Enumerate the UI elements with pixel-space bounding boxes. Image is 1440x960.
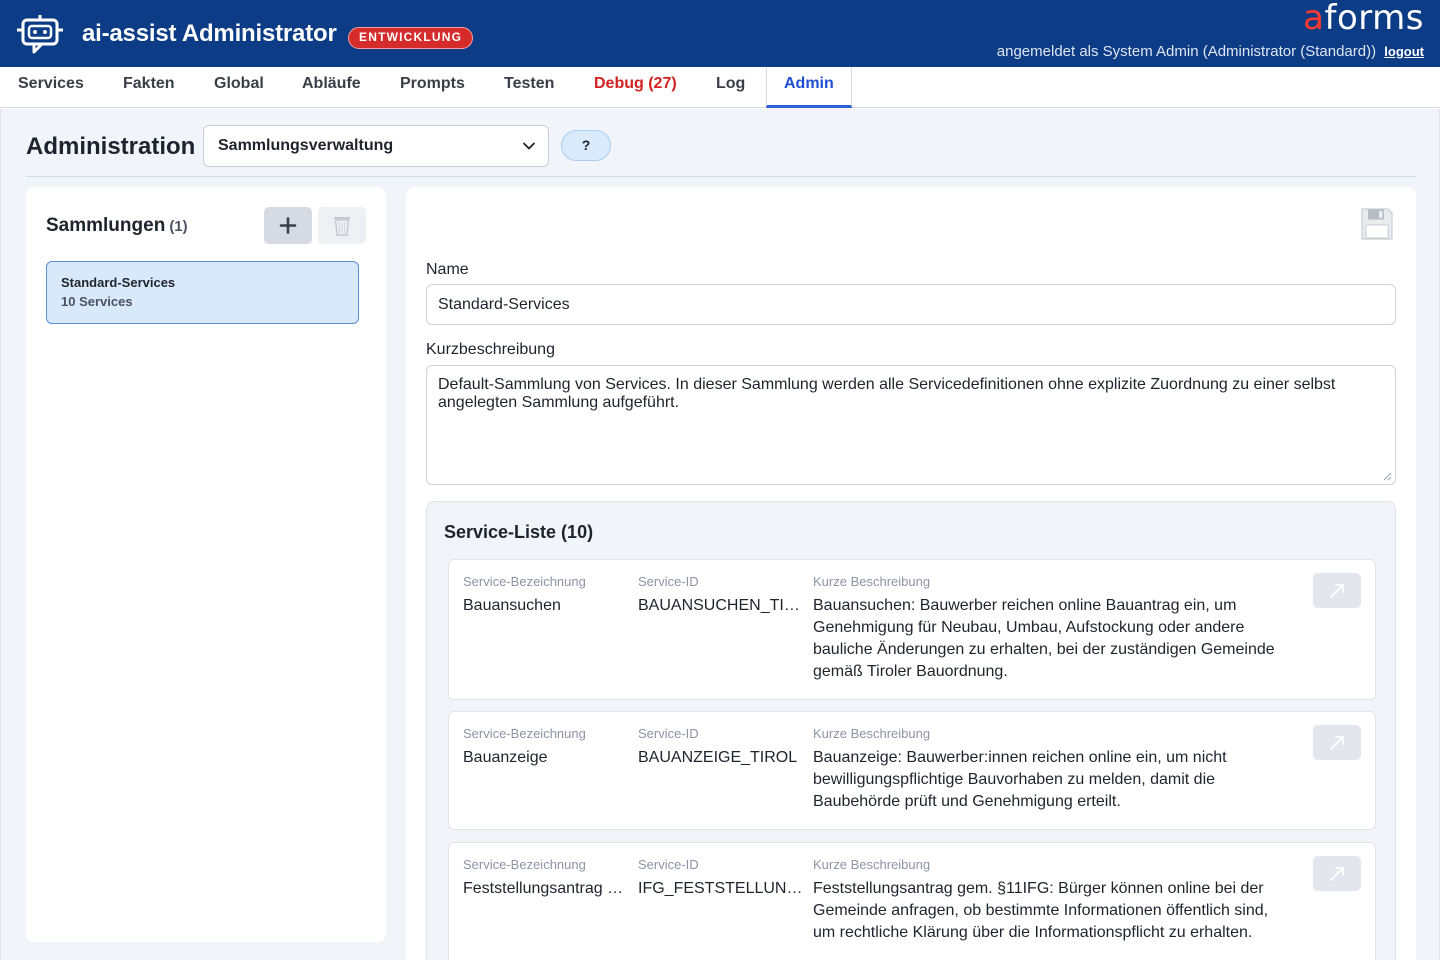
tab-testen[interactable]: Testen (504, 67, 554, 108)
open-service-button[interactable] (1313, 725, 1361, 760)
collections-title: Sammlungen (1) (46, 215, 188, 237)
column-label-id: Service-ID (638, 574, 699, 589)
resize-handle-icon[interactable] (1383, 472, 1392, 481)
open-service-button[interactable] (1313, 856, 1361, 891)
service-description: Feststellungsantrag gem. §11IFG: Bürger … (813, 880, 1269, 941)
tab-admin[interactable]: Admin (766, 67, 852, 108)
save-icon[interactable] (1360, 207, 1394, 241)
name-input[interactable]: Standard-Services (426, 284, 1396, 325)
external-link-icon (1330, 867, 1344, 881)
admin-section-select-value: Sammlungsverwaltung (218, 137, 394, 154)
description-text: Default-Sammlung von Services. In dieser… (438, 376, 1336, 411)
collections-count: (1) (169, 218, 188, 235)
collections-title-text: Sammlungen (46, 215, 166, 236)
service-row: Service-Bezeichnung Service-ID Kurze Bes… (448, 559, 1376, 700)
service-row: Service-Bezeichnung Service-ID Kurze Bes… (448, 711, 1376, 830)
external-link-icon (1330, 736, 1344, 750)
divider (26, 176, 1416, 177)
brand-logo-rest: forms (1324, 0, 1424, 38)
service-name: Feststellungsantrag §11 IFG (463, 880, 628, 897)
collection-item[interactable]: Standard-Services 10 Services (46, 261, 359, 324)
main-tabs: Services Fakten Global Abläufe Prompts T… (0, 67, 1440, 108)
external-link-icon (1330, 584, 1344, 598)
logout-link[interactable]: logout (1384, 44, 1424, 59)
column-label-name: Service-Bezeichnung (463, 857, 586, 872)
service-id: IFG_FESTSTELLUNGSANTRAG (638, 880, 803, 897)
delete-collection-button[interactable] (318, 207, 366, 244)
service-id: BAUANZEIGE_TIROL (638, 749, 798, 766)
login-text: angemeldet als System Admin (Administrat… (996, 43, 1377, 60)
login-info: angemeldet als System Admin (Administrat… (997, 43, 1424, 60)
tab-services[interactable]: Services (18, 67, 84, 108)
column-label-description: Kurze Beschreibung (813, 574, 931, 589)
tab-ablaeufe[interactable]: Abläufe (302, 67, 361, 108)
admin-section-select[interactable]: Sammlungsverwaltung (203, 125, 549, 167)
collection-detail-panel: Name Standard-Services Kurzbeschreibung … (406, 187, 1416, 960)
app-title: ai-assist Administrator (82, 20, 337, 47)
description-label: Kurzbeschreibung (426, 341, 555, 358)
tab-prompts[interactable]: Prompts (400, 67, 465, 108)
service-name: Bauanzeige (463, 749, 548, 766)
open-service-button[interactable] (1313, 573, 1361, 608)
service-id: BAUANSUCHEN_TIROL (638, 597, 803, 614)
tab-fakten[interactable]: Fakten (123, 67, 175, 108)
description-textarea[interactable]: Default-Sammlung von Services. In dieser… (426, 365, 1396, 485)
service-row: Service-Bezeichnung Service-ID Kurze Bes… (448, 842, 1376, 960)
collection-item-count: 10 Services (61, 294, 133, 309)
brand-logo-a: a (1303, 0, 1325, 38)
environment-badge: ENTWICKLUNG (348, 27, 474, 49)
tab-global[interactable]: Global (214, 67, 264, 108)
chatbot-logo-icon (17, 15, 63, 54)
service-description: Bauanzeige: Bauwerber:innen reichen onli… (813, 749, 1227, 810)
column-label-description: Kurze Beschreibung (813, 857, 931, 872)
column-label-id: Service-ID (638, 857, 699, 872)
service-list: Service-Liste (10) Service-Bezeichnung S… (426, 501, 1396, 960)
column-label-description: Kurze Beschreibung (813, 726, 931, 741)
main-content: Administration Sammlungsverwaltung ? Sam… (0, 109, 1440, 960)
add-collection-button[interactable] (264, 207, 312, 244)
service-name: Bauansuchen (463, 597, 561, 614)
page-title: Administration (26, 133, 196, 160)
column-label-name: Service-Bezeichnung (463, 726, 586, 741)
app-header: ai-assist Administrator ENTWICKLUNG afor… (0, 0, 1440, 67)
brand-logo: aforms (1303, 0, 1424, 36)
help-button[interactable]: ? (561, 130, 611, 161)
service-list-title: Service-Liste (10) (444, 522, 594, 542)
trash-icon (334, 217, 350, 236)
tab-log[interactable]: Log (716, 67, 745, 108)
service-description: Bauansuchen: Bauwerber reichen online Ba… (813, 597, 1275, 680)
column-label-name: Service-Bezeichnung (463, 574, 586, 589)
collection-item-name: Standard-Services (61, 275, 176, 290)
column-label-id: Service-ID (638, 726, 699, 741)
chevron-down-icon (523, 142, 535, 150)
collections-panel: Sammlungen (1) Standard-Services 10 Servi… (26, 187, 386, 942)
tab-debug[interactable]: Debug (27) (594, 67, 677, 108)
plus-icon (279, 217, 297, 234)
name-label: Name (426, 261, 469, 278)
